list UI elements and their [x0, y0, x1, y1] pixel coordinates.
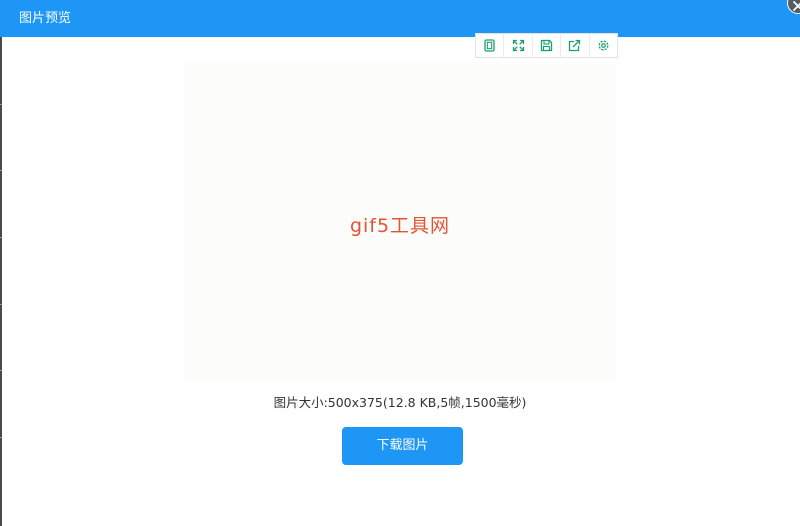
dialog-titlebar: 图片预览 [0, 0, 800, 37]
dialog-title: 图片预览 [19, 11, 72, 26]
crop-icon [484, 39, 495, 52]
image-preview: gif5工具网 [184, 62, 616, 382]
settings-button[interactable] [590, 34, 617, 57]
background-window-edge [0, 37, 2, 526]
expand-icon [512, 39, 524, 52]
close-icon [793, 1, 800, 11]
crop-button[interactable] [476, 34, 505, 57]
save-button[interactable] [533, 34, 562, 57]
save-icon [540, 39, 553, 52]
preview-brand-text: gif5工具网 [349, 215, 451, 237]
fullscreen-button[interactable] [504, 34, 533, 57]
gear-icon [598, 40, 609, 51]
image-toolbar [475, 33, 618, 58]
share-icon [569, 39, 581, 52]
image-info: 图片大小:500x375(12.8 KB,5帧,1500毫秒) [273, 395, 527, 410]
share-button[interactable] [561, 34, 590, 57]
download-button[interactable]: 下载图片 [342, 427, 463, 465]
